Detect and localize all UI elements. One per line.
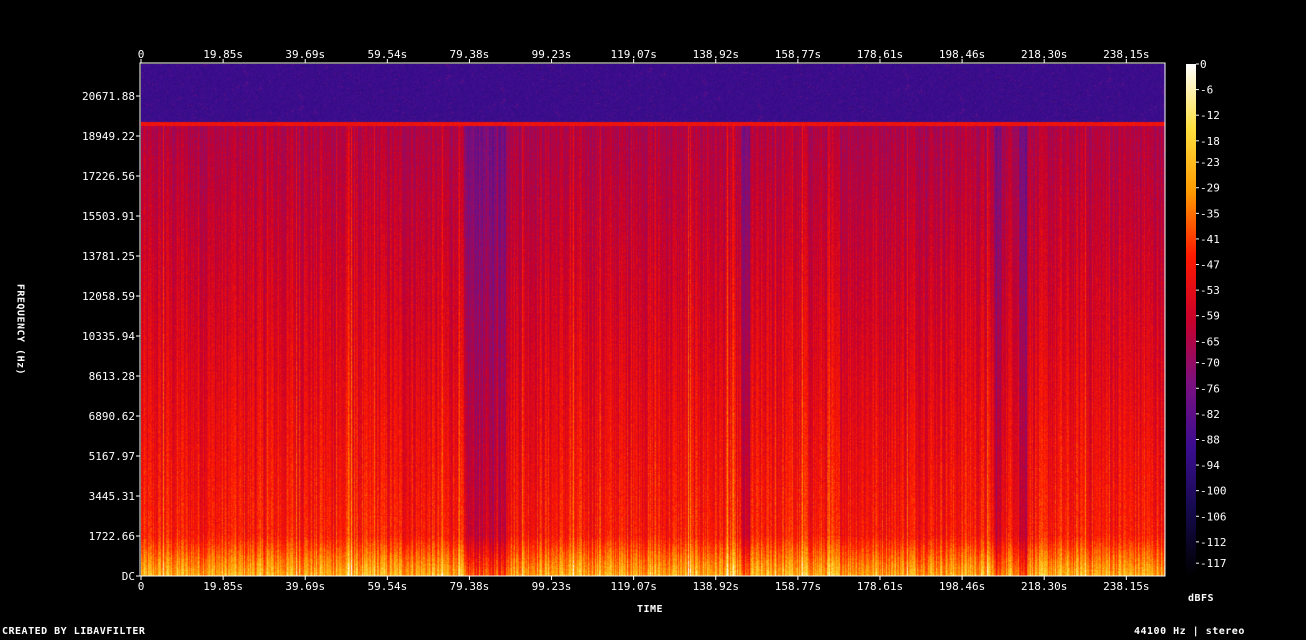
y-tick-label: 18949.22 <box>82 130 135 143</box>
x-tick-label-bottom: 119.07s <box>610 580 656 593</box>
chart-frame: 0 0 19.85s 19.85s 39.69s 39.69s 59.54s 59.54s 79… <box>82 48 1227 593</box>
colorbar-tick-label: -65 <box>1200 335 1220 348</box>
x-tick-label-top: 59.54s <box>367 48 407 61</box>
footer-credit: CREATED BY LIBAVFILTER <box>2 626 146 637</box>
x-tick-label-top: 158.77s <box>775 48 821 61</box>
x-tick-label-top: 238.15s <box>1103 48 1149 61</box>
y-tick-label: 13781.25 <box>82 250 135 263</box>
y-tick-label: 8613.28 <box>89 370 135 383</box>
x-axis-label: TIME <box>637 604 664 615</box>
x-tick-label-bottom: 0 <box>138 580 145 593</box>
x-tick-label-bottom: 138.92s <box>693 580 739 593</box>
x-tick-label-bottom: 99.23s <box>532 580 572 593</box>
y-tick-label: 1722.66 <box>89 530 135 543</box>
x-tick-label-top: 99.23s <box>532 48 572 61</box>
colorbar-tick-label: -94 <box>1200 459 1220 472</box>
y-tick-label: 10335.94 <box>82 330 135 343</box>
x-tick-label-bottom: 238.15s <box>1103 580 1149 593</box>
x-tick-label-top: 79.38s <box>450 48 490 61</box>
x-tick-label-top: 19.85s <box>203 48 243 61</box>
x-tick-label-bottom: 158.77s <box>775 580 821 593</box>
x-tick-label-bottom: 178.61s <box>857 580 903 593</box>
y-tick-label: 6890.62 <box>89 410 135 423</box>
colorbar-tick-label: -18 <box>1200 135 1220 148</box>
x-tick-label-bottom: 19.85s <box>203 580 243 593</box>
y-tick-label: DC <box>122 570 135 583</box>
y-tick-label: 5167.97 <box>89 450 135 463</box>
colorbar-tick-label: -88 <box>1200 433 1220 446</box>
x-tick-label-bottom: 39.69s <box>285 580 325 593</box>
colorbar-tick-label: -23 <box>1200 156 1220 169</box>
y-axis-label: FREQUENCY (Hz) <box>14 283 26 376</box>
x-tick-label-top: 39.69s <box>285 48 325 61</box>
plot-border <box>139 62 1166 577</box>
colorbar-tick-label: -12 <box>1200 109 1220 122</box>
y-tick-label: 3445.31 <box>89 490 135 503</box>
x-tick-label-top: 138.92s <box>693 48 739 61</box>
colorbar-tick-label: -106 <box>1200 510 1227 523</box>
x-tick-label-top: 198.46s <box>939 48 985 61</box>
y-tick-label: 15503.91 <box>82 210 135 223</box>
colorbar-tick-label: -100 <box>1200 485 1227 498</box>
colorbar-tick-label: -6 <box>1200 84 1213 97</box>
x-tick-label-bottom: 79.38s <box>450 580 490 593</box>
colorbar-tick-label: -29 <box>1200 182 1220 195</box>
x-tick-label-top: 178.61s <box>857 48 903 61</box>
colorbar-tick-label: -70 <box>1200 357 1220 370</box>
y-tick-label: 20671.88 <box>82 90 135 103</box>
y-tick-label: 12058.59 <box>82 290 135 303</box>
colorbar-unit-label: dBFS <box>1188 593 1215 604</box>
colorbar-tick-label: -35 <box>1200 207 1220 220</box>
x-tick-label-bottom: 198.46s <box>939 580 985 593</box>
x-tick-label-top: 0 <box>138 48 145 61</box>
x-tick-label-top: 119.07s <box>610 48 656 61</box>
y-tick-label: 17226.56 <box>82 170 135 183</box>
colorbar-tick-label: -59 <box>1200 310 1220 323</box>
colorbar-tick-label: -53 <box>1200 284 1220 297</box>
colorbar-tick-label: -41 <box>1200 233 1220 246</box>
footer-audio-info: 44100 Hz | stereo <box>1134 626 1245 637</box>
colorbar-tick-label: -82 <box>1200 408 1220 421</box>
colorbar <box>1186 64 1196 576</box>
x-tick-label-top: 218.30s <box>1021 48 1067 61</box>
x-tick-label-bottom: 218.30s <box>1021 580 1067 593</box>
colorbar-tick-label: -47 <box>1200 259 1220 272</box>
colorbar-tick-label: -112 <box>1200 536 1227 549</box>
colorbar-tick-label: -117 <box>1200 557 1227 570</box>
colorbar-tick-label: 0 <box>1200 58 1207 71</box>
x-tick-label-bottom: 59.54s <box>367 580 407 593</box>
colorbar-tick-label: -76 <box>1200 382 1220 395</box>
